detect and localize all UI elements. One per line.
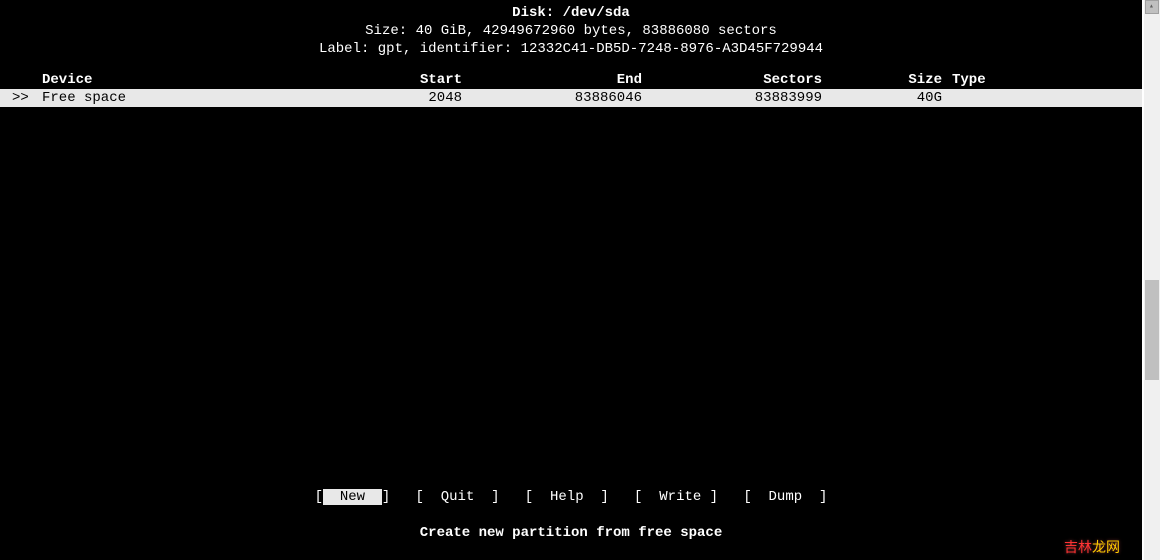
cell-device: Free space	[42, 89, 302, 107]
watermark: 吉林龙网	[1064, 538, 1120, 556]
scrollbar-thumb[interactable]	[1145, 280, 1159, 380]
menu-help[interactable]: [ Help ]	[525, 489, 609, 505]
partition-table: DeviceStartEndSectorsSizeType >>Free spa…	[0, 71, 1142, 107]
col-header-size: Size	[822, 71, 952, 89]
disk-size-line: Size: 40 GiB, 42949672960 bytes, 8388608…	[0, 22, 1142, 40]
menu-quit[interactable]: [ Quit ]	[416, 489, 500, 505]
col-header-device: Device	[42, 71, 302, 89]
disk-title: Disk: /dev/sda	[0, 4, 1142, 22]
menu-new[interactable]: [ New ]	[315, 489, 391, 505]
vertical-scrollbar[interactable]	[1144, 0, 1160, 560]
menu-dump[interactable]: [ Dump ]	[743, 489, 827, 505]
col-header-sectors: Sectors	[642, 71, 822, 89]
table-header-row: DeviceStartEndSectorsSizeType	[0, 71, 1142, 89]
col-header-start: Start	[302, 71, 462, 89]
row-marker: >>	[0, 89, 42, 107]
menu-write[interactable]: [ Write ]	[634, 489, 718, 505]
col-header-type: Type	[952, 71, 986, 89]
cell-start: 2048	[302, 89, 462, 107]
disk-label-line: Label: gpt, identifier: 12332C41-DB5D-72…	[0, 40, 1142, 58]
terminal-window: Disk: /dev/sda Size: 40 GiB, 42949672960…	[0, 0, 1142, 560]
menu-bar: [ New ] [ Quit ] [ Help ] [ Write ] [ Du…	[0, 488, 1142, 506]
scrollbar-up-button[interactable]	[1145, 0, 1159, 14]
cell-end: 83886046	[462, 89, 642, 107]
disk-header: Disk: /dev/sda Size: 40 GiB, 42949672960…	[0, 4, 1142, 59]
status-line: Create new partition from free space	[0, 524, 1142, 542]
col-header-end: End	[462, 71, 642, 89]
cell-sectors: 83883999	[642, 89, 822, 107]
cell-size: 40G	[822, 89, 952, 107]
table-row[interactable]: >>Free space2048838860468388399940G	[0, 89, 1142, 107]
